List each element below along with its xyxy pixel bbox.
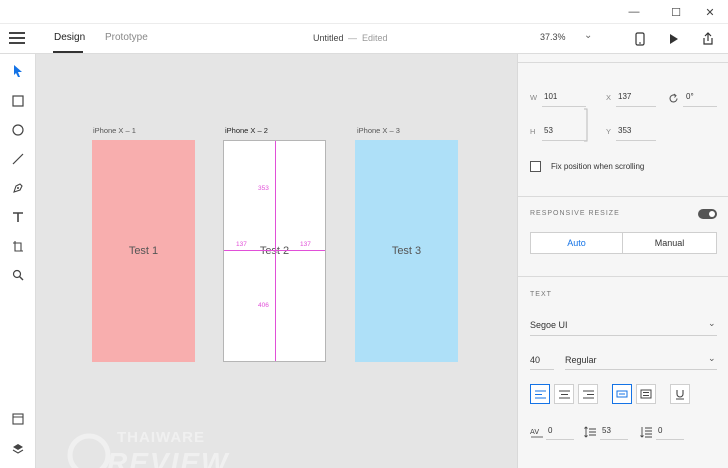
text-heading: TEXT xyxy=(530,291,552,298)
font-family-chevron-down-icon[interactable]: ⌄ xyxy=(708,318,716,329)
font-family-select[interactable]: Segoe UI xyxy=(530,320,568,330)
artboard-3[interactable]: Test 3 xyxy=(355,140,458,362)
active-tab-indicator xyxy=(53,51,83,53)
x-label: X xyxy=(606,93,612,102)
y-field[interactable]: 353 xyxy=(618,126,631,135)
height-label: H xyxy=(530,127,536,136)
line-spacing-icon xyxy=(584,425,596,443)
properties-panel: W 101 X 137 0° H 53 Y 353 Fix position w… xyxy=(517,54,728,468)
rotation-underline xyxy=(683,106,717,107)
app-toolbar: Design Prototype Untitled — Edited 37.3%… xyxy=(0,24,728,54)
measure-bottom: 406 xyxy=(258,302,269,309)
height-field[interactable]: 53 xyxy=(544,126,553,135)
zoom-level[interactable]: 37.3% xyxy=(540,32,566,42)
device-preview-icon[interactable] xyxy=(632,31,648,47)
width-label: W xyxy=(530,93,538,102)
align-center-button[interactable] xyxy=(554,384,574,404)
character-spacing-field[interactable]: 0 xyxy=(548,426,552,435)
resize-manual-button[interactable]: Manual xyxy=(623,233,716,253)
rotation-field[interactable]: 0° xyxy=(686,92,694,101)
artboard-3-text[interactable]: Test 3 xyxy=(392,245,421,257)
watermark-logo: THAIWARE REVIEW xyxy=(67,425,267,468)
width-underline xyxy=(542,106,586,107)
line-spacing-underline xyxy=(600,439,628,440)
ellipse-icon[interactable] xyxy=(9,121,27,139)
measure-left: 137 xyxy=(236,241,247,248)
panel-top-divider xyxy=(518,62,728,63)
font-size-field[interactable]: 40 xyxy=(530,355,540,365)
font-weight-select[interactable]: Regular xyxy=(565,355,597,365)
play-icon[interactable] xyxy=(666,31,682,47)
artboard-1-label[interactable]: iPhone X – 1 xyxy=(93,126,136,135)
tab-prototype[interactable]: Prototype xyxy=(105,32,148,43)
font-size-underline xyxy=(530,369,554,370)
layers-icon[interactable] xyxy=(9,440,27,458)
measure-top: 353 xyxy=(258,185,269,192)
assets-icon[interactable] xyxy=(9,410,27,428)
svg-text:AV: AV xyxy=(530,428,539,436)
area-text-button[interactable] xyxy=(636,384,656,404)
font-weight-chevron-down-icon[interactable]: ⌄ xyxy=(708,353,716,364)
artboard-3-label[interactable]: iPhone X – 3 xyxy=(357,126,400,135)
tab-design[interactable]: Design xyxy=(54,32,85,43)
x-underline xyxy=(616,106,656,107)
text-icon[interactable] xyxy=(9,208,27,226)
width-field[interactable]: 101 xyxy=(544,92,557,101)
resize-mode-segmented-control: Auto Manual xyxy=(530,232,717,254)
close-button[interactable]: ✕ xyxy=(690,0,728,24)
title-bar: — ☐ ✕ xyxy=(0,0,728,24)
zoom-chevron-down-icon[interactable]: ⌄ xyxy=(584,30,592,41)
character-spacing-icon: AV xyxy=(530,425,544,443)
align-right-button[interactable] xyxy=(578,384,598,404)
artboard-2-label[interactable]: iPhone X – 2 xyxy=(225,126,268,135)
divider-2 xyxy=(518,276,728,277)
artboard-icon[interactable] xyxy=(9,237,27,255)
y-label: Y xyxy=(606,127,612,136)
resize-auto-button[interactable]: Auto xyxy=(531,233,623,253)
underline-button[interactable] xyxy=(670,384,690,404)
font-family-underline xyxy=(530,335,717,336)
pen-icon[interactable] xyxy=(9,179,27,197)
point-text-button[interactable] xyxy=(612,384,632,404)
title-separator: — xyxy=(348,33,357,43)
line-icon[interactable] xyxy=(9,150,27,168)
paragraph-spacing-field[interactable]: 0 xyxy=(658,426,662,435)
responsive-resize-heading: RESPONSIVE RESIZE xyxy=(530,210,620,217)
share-icon[interactable] xyxy=(700,31,716,47)
paragraph-spacing-icon xyxy=(640,425,652,443)
watermark-top-text: THAIWARE xyxy=(117,429,205,446)
document-title: Untitled xyxy=(313,33,344,43)
responsive-resize-toggle[interactable] xyxy=(698,209,717,219)
measure-right: 137 xyxy=(300,241,311,248)
y-underline xyxy=(616,140,656,141)
hamburger-menu-icon[interactable] xyxy=(9,32,25,46)
artboard-2[interactable]: Test 2 353 137 137 406 xyxy=(223,140,326,362)
rectangle-icon[interactable] xyxy=(9,92,27,110)
align-left-button[interactable] xyxy=(530,384,550,404)
divider-1 xyxy=(518,196,728,197)
line-spacing-field[interactable]: 53 xyxy=(602,426,611,435)
character-spacing-underline xyxy=(546,439,574,440)
design-canvas[interactable]: iPhone X – 1 iPhone X – 2 iPhone X – 3 T… xyxy=(37,55,517,468)
paragraph-spacing-underline xyxy=(656,439,684,440)
artboard-1-text[interactable]: Test 1 xyxy=(129,245,158,257)
vertical-guide-line xyxy=(275,141,276,361)
lock-aspect-icon[interactable] xyxy=(584,108,588,147)
artboard-1[interactable]: Test 1 xyxy=(92,140,195,362)
tool-rail xyxy=(0,54,36,468)
x-field[interactable]: 137 xyxy=(618,92,631,101)
horizontal-guide-line xyxy=(224,250,325,251)
watermark-bottom-text: REVIEW xyxy=(107,447,230,468)
font-weight-underline xyxy=(565,369,717,370)
fix-position-checkbox[interactable] xyxy=(530,161,541,172)
fix-position-label: Fix position when scrolling xyxy=(551,162,645,171)
select-icon[interactable] xyxy=(9,62,27,80)
zoom-icon[interactable] xyxy=(9,266,27,284)
rotate-icon xyxy=(668,91,679,109)
height-underline xyxy=(542,140,586,141)
document-status: Edited xyxy=(362,33,388,43)
minimize-button[interactable]: — xyxy=(614,0,654,24)
